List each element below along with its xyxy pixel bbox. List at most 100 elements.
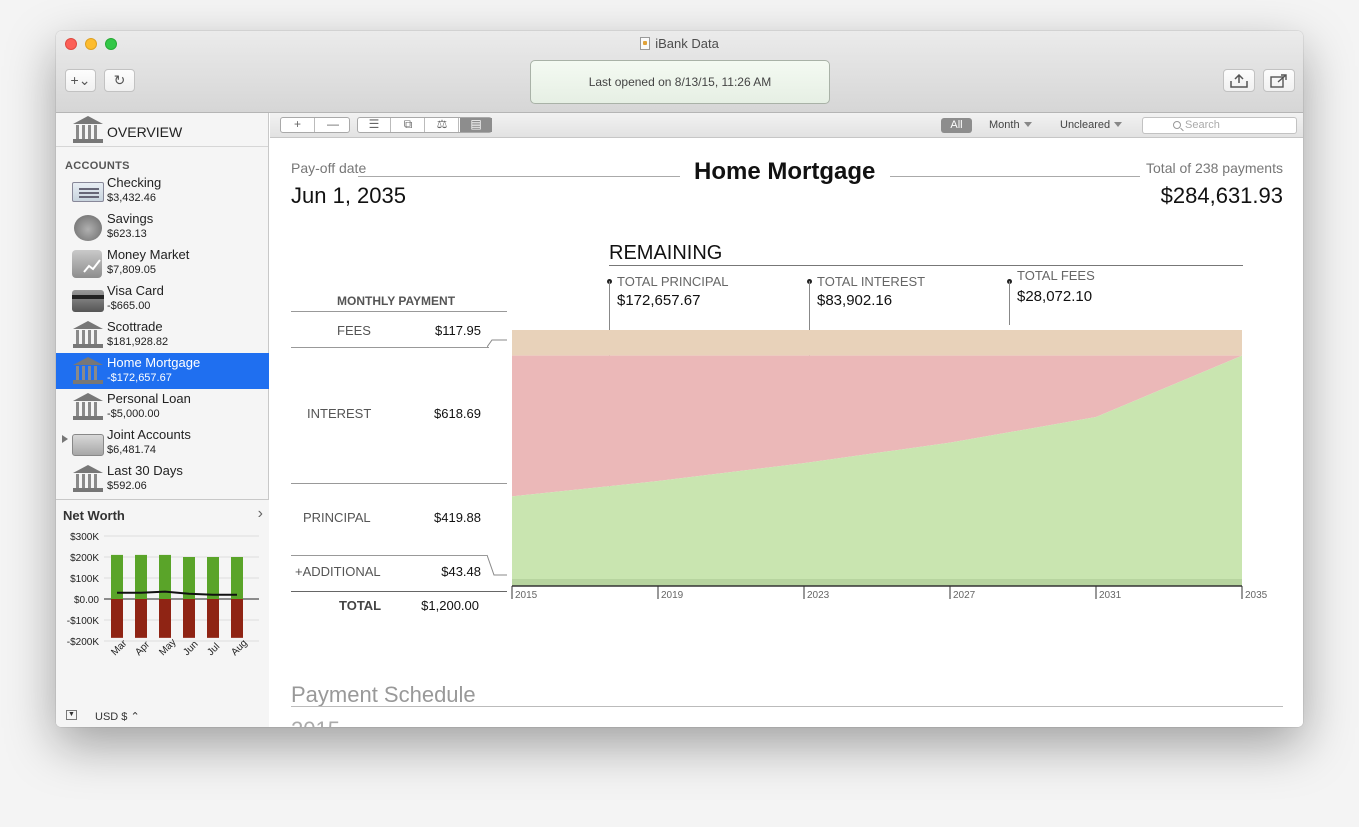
total-principal-value: $172,657.67 bbox=[617, 292, 701, 309]
currency-selector[interactable]: USD $ ⌃ bbox=[95, 710, 140, 723]
main-content: + — ☰ ⧉ ⚖ ▤ All Month Uncleared Search P… bbox=[270, 113, 1303, 727]
disclosure-triangle-icon[interactable] bbox=[62, 435, 68, 443]
document-icon bbox=[640, 37, 651, 50]
positive-bar bbox=[207, 557, 219, 599]
overview-label: OVERVIEW bbox=[107, 124, 183, 140]
smart-account-icon bbox=[73, 465, 103, 493]
total-fees-label: TOTAL FEES bbox=[1017, 268, 1095, 283]
total-principal-label: TOTAL PRINCIPAL bbox=[617, 274, 729, 289]
x-tick-label: 2015 bbox=[515, 590, 538, 601]
checkbook-icon bbox=[72, 182, 104, 202]
total-payments-value: $284,631.93 bbox=[1160, 183, 1283, 208]
accounts-header: ACCOUNTS bbox=[65, 160, 130, 172]
sidebar-item-visa-card[interactable]: Visa Card -$665.00 bbox=[56, 281, 269, 317]
import-button[interactable] bbox=[1223, 69, 1255, 92]
table-rule bbox=[291, 555, 487, 556]
content-toolbar: + — ☰ ⧉ ⚖ ▤ All Month Uncleared Search bbox=[270, 113, 1303, 138]
area-total-fees bbox=[512, 330, 1242, 356]
sidebar-item-joint-accounts[interactable]: Joint Accounts $6,481.74 bbox=[56, 425, 269, 461]
window-title: iBank Data bbox=[56, 36, 1303, 51]
refresh-button[interactable]: ↻ bbox=[104, 69, 135, 92]
share-icon bbox=[1270, 74, 1287, 88]
account-name: Last 30 Days bbox=[107, 463, 183, 478]
x-tick-label: 2035 bbox=[1245, 590, 1268, 601]
account-balance: -$172,657.67 bbox=[107, 372, 172, 384]
total-row-label: TOTAL bbox=[339, 598, 382, 613]
period-label: Month bbox=[989, 119, 1020, 131]
search-placeholder: Search bbox=[1185, 119, 1220, 131]
sidebar-item-savings[interactable]: Savings $623.13 bbox=[56, 209, 269, 245]
payoff-label: Pay-off date bbox=[291, 160, 367, 176]
title-bar: iBank Data +⌄ ↻ Last opened on 8/13/15, … bbox=[56, 31, 1303, 113]
loan-bank-icon bbox=[73, 393, 103, 421]
account-balance: $592.06 bbox=[107, 480, 147, 492]
overview-item[interactable]: OVERVIEW bbox=[56, 113, 268, 147]
y-tick-label: -$100K bbox=[67, 616, 100, 627]
remaining-rule bbox=[609, 265, 1243, 266]
filter-all-button[interactable]: All bbox=[941, 118, 972, 133]
payoff-date: Jun 1, 2035 bbox=[291, 183, 406, 208]
cleared-label: Uncleared bbox=[1060, 119, 1111, 131]
x-tick-label: 2019 bbox=[661, 590, 684, 601]
account-balance: $623.13 bbox=[107, 228, 147, 240]
remaining-label: REMAINING bbox=[609, 242, 723, 264]
y-tick-label: $0.00 bbox=[74, 595, 99, 606]
share-button[interactable] bbox=[1263, 69, 1295, 92]
mortgage-bank-icon bbox=[73, 357, 103, 385]
total-interest-label: TOTAL INTEREST bbox=[817, 274, 926, 289]
list-view-icon[interactable]: ☰ bbox=[358, 118, 391, 132]
add-menu-button[interactable]: +⌄ bbox=[65, 69, 96, 92]
add-transaction-button[interactable]: + bbox=[281, 118, 315, 132]
page-title: Home Mortgage bbox=[694, 158, 876, 185]
sidebar-item-last-30-days[interactable]: Last 30 Days $592.06 bbox=[56, 461, 269, 497]
total-fees-value: $28,072.10 bbox=[1017, 288, 1093, 305]
period-dropdown[interactable]: Month bbox=[989, 119, 1032, 131]
piggy-bank-icon bbox=[74, 215, 102, 241]
schedule-rule bbox=[291, 706, 1283, 707]
search-icon bbox=[1173, 121, 1181, 129]
amortization-chart: 2015 2019 2023 2027 2031 2035 bbox=[511, 330, 1268, 601]
cleared-dropdown[interactable]: Uncleared bbox=[1060, 119, 1123, 131]
y-tick-label: $300K bbox=[70, 532, 99, 543]
account-balance: $181,928.82 bbox=[107, 336, 169, 348]
status-display: Last opened on 8/13/15, 11:26 AM bbox=[530, 60, 830, 104]
table-rule bbox=[291, 311, 507, 312]
table-rule bbox=[291, 347, 489, 348]
payment-schedule-title: Payment Schedule bbox=[291, 682, 476, 707]
sidebar-item-personal-loan[interactable]: Personal Loan -$5,000.00 bbox=[56, 389, 269, 425]
account-name: Home Mortgage bbox=[107, 355, 201, 370]
split-view-icon[interactable]: ⧉ bbox=[392, 118, 425, 132]
fees-row-value: $117.95 bbox=[434, 323, 481, 338]
sidebar-item-checking[interactable]: Checking $3,432.46 bbox=[56, 173, 269, 209]
account-name: Checking bbox=[107, 175, 162, 190]
total-row-value: $1,200.00 bbox=[421, 598, 479, 613]
loan-view-icon[interactable]: ▤ bbox=[460, 118, 492, 132]
negative-bar bbox=[207, 599, 219, 638]
monthly-payment-header: MONTHLY PAYMENT bbox=[337, 294, 456, 308]
remove-transaction-button[interactable]: — bbox=[316, 118, 350, 132]
y-tick-label: $200K bbox=[70, 553, 99, 564]
header-rule-left bbox=[358, 176, 680, 177]
net-worth-chart: $300K$200K$100K$0.00-$100K-$200K Mar Apr Ma… bbox=[67, 532, 259, 658]
currency-label: USD $ bbox=[95, 711, 128, 723]
negative-bar bbox=[231, 599, 243, 638]
sidebar-item-money-market[interactable]: Money Market $7,809.05 bbox=[56, 245, 269, 281]
import-icon bbox=[1230, 73, 1248, 88]
sidebar-item-home-mortgage[interactable]: Home Mortgage -$172,657.67 bbox=[56, 353, 269, 389]
x-tick-label: 2031 bbox=[1099, 590, 1122, 601]
interest-row-value: $618.69 bbox=[434, 406, 481, 421]
x-tick-label: Jul bbox=[205, 641, 222, 658]
search-input[interactable]: Search bbox=[1142, 117, 1297, 134]
total-payments-label: Total of 238 payments bbox=[1146, 160, 1283, 176]
interest-row-label: INTEREST bbox=[307, 406, 372, 421]
x-tick-label: 2023 bbox=[807, 590, 830, 601]
dropdown-square-icon[interactable]: ▼ bbox=[66, 710, 77, 720]
balance-scale-icon[interactable]: ⚖ bbox=[426, 118, 459, 132]
account-name: Money Market bbox=[107, 247, 190, 262]
net-worth-panel: Net Worth › $300K $200K $100K $0.00 -$100K -$… bbox=[56, 499, 269, 727]
x-tick-label: Jun bbox=[181, 639, 200, 658]
add-remove-segment: + — bbox=[280, 117, 350, 133]
sidebar-item-scottrade[interactable]: Scottrade $181,928.82 bbox=[56, 317, 269, 353]
negative-bar bbox=[183, 599, 195, 638]
x-tick-label: May bbox=[157, 637, 178, 658]
